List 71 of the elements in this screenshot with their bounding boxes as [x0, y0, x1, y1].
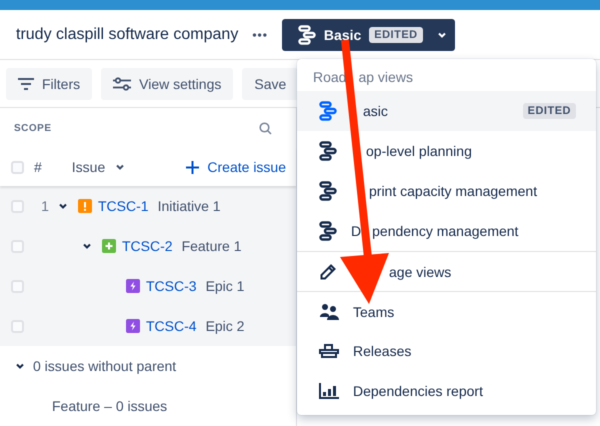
- issue-row[interactable]: 1 TCSC-1 Initiative 1: [0, 186, 296, 226]
- menu-item[interactable]: age views: [297, 251, 596, 291]
- issue-row[interactable]: TCSC-3 Epic 1: [0, 266, 296, 306]
- sliders-icon: [113, 76, 132, 90]
- menu-item-label: age views: [389, 264, 452, 280]
- menu-item-label: op-level planning: [366, 143, 472, 159]
- menu-item[interactable]: print capacity management: [297, 171, 596, 211]
- menu-item-label: Teams: [353, 304, 394, 320]
- section-heading: 0 issues without parent: [33, 358, 176, 374]
- row-checkbox[interactable]: [11, 240, 24, 252]
- bar-chart-icon: [319, 383, 339, 399]
- epic-icon: [126, 319, 140, 333]
- menu-item-label: print capacity management: [369, 183, 538, 199]
- menu-item-label: asic: [363, 103, 388, 119]
- menu-item[interactable]: Dependencies report: [297, 371, 596, 411]
- pencil-icon: [319, 262, 337, 280]
- view-selector-button[interactable]: Basic EDITED: [282, 18, 455, 50]
- roadmap-icon: [319, 141, 337, 161]
- issue-key-link[interactable]: TCSC-4: [146, 318, 197, 334]
- select-all-checkbox[interactable]: [11, 160, 24, 174]
- number-column-header: #: [34, 159, 42, 175]
- issue-summary: Feature 1: [182, 238, 242, 254]
- feature-icon: [102, 239, 116, 253]
- filter-icon: [18, 78, 34, 90]
- row-number: 1: [40, 198, 50, 214]
- roadmap-icon: [319, 221, 337, 241]
- roadmap-icon: [298, 24, 316, 44]
- plus-icon: [186, 160, 200, 174]
- caret-icon[interactable]: [115, 162, 126, 172]
- issue-key-link[interactable]: TCSC-3: [146, 278, 197, 294]
- scope-heading: SCOPE: [14, 122, 52, 134]
- initiative-icon: [78, 199, 92, 213]
- issue-column-header[interactable]: Issue: [72, 159, 106, 175]
- issue-row[interactable]: TCSC-2 Feature 1: [0, 226, 296, 266]
- edited-badge: EDITED: [522, 103, 576, 119]
- chevron-icon[interactable]: [82, 241, 92, 251]
- issue-row[interactable]: TCSC-4 Epic 2: [0, 306, 296, 346]
- menu-heading: ap views: [358, 69, 413, 85]
- row-checkbox[interactable]: [11, 200, 24, 212]
- edited-badge: EDITED: [369, 26, 423, 42]
- row-checkbox[interactable]: [11, 280, 24, 292]
- create-issue-button[interactable]: Create issue: [186, 159, 286, 175]
- menu-item[interactable]: asic EDITED: [297, 91, 596, 131]
- search-icon[interactable]: [259, 122, 272, 134]
- toolbar-button[interactable]: View settings: [101, 68, 234, 100]
- menu-item-label: Releases: [353, 343, 412, 359]
- issue-key-link[interactable]: TCSC-2: [122, 238, 173, 254]
- issue-key-link[interactable]: TCSC-1: [98, 198, 149, 214]
- more-button[interactable]: •••: [252, 28, 268, 42]
- menu-item-label: Dependencies report: [353, 383, 483, 399]
- menu-item-label: D: [351, 223, 362, 239]
- chevron-icon[interactable]: [15, 361, 25, 371]
- epic-icon: [126, 279, 140, 293]
- group-label: Feature – 0 issues: [51, 397, 168, 416]
- plan-title: trudy claspill software company: [16, 26, 238, 44]
- roadmap-icon: [319, 181, 337, 201]
- issue-summary: Epic 2: [206, 318, 244, 334]
- issue-summary: Epic 1: [206, 278, 244, 294]
- menu-item[interactable]: Releases: [297, 331, 596, 371]
- menu-item[interactable]: op-level planning: [297, 131, 596, 171]
- menu-item[interactable]: D pendency management: [297, 211, 596, 251]
- toolbar-button[interactable]: Filters: [6, 68, 92, 100]
- issue-summary: Initiative 1: [158, 198, 221, 214]
- ship-icon: [319, 343, 339, 359]
- menu-item-label: pendency management: [372, 223, 518, 239]
- people-icon: [319, 302, 339, 320]
- toolbar-button[interactable]: Save: [242, 68, 298, 100]
- roadmap-icon: [319, 101, 337, 121]
- chevron-icon[interactable]: [58, 201, 68, 211]
- menu-item[interactable]: Teams: [297, 291, 596, 331]
- row-checkbox[interactable]: [11, 320, 24, 332]
